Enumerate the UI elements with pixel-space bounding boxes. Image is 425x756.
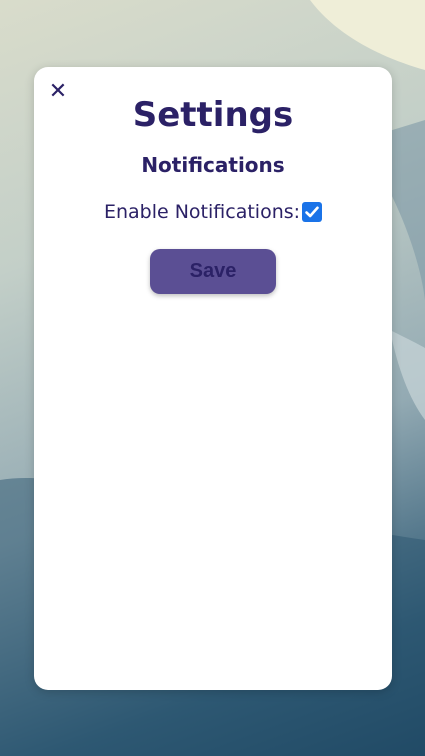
dialog-title: Settings: [132, 95, 294, 135]
enable-notifications-checkbox[interactable]: [302, 202, 323, 222]
save-button[interactable]: Save: [150, 249, 276, 294]
checkmark-icon: [305, 206, 319, 218]
enable-notifications-row: Enable Notifications:: [34, 198, 392, 226]
notifications-heading: Notifications: [141, 153, 285, 177]
enable-notifications-label: Enable Notifications:: [103, 201, 301, 223]
settings-dialog: ✕ Settings Notifications Enable Notifica…: [34, 67, 392, 690]
